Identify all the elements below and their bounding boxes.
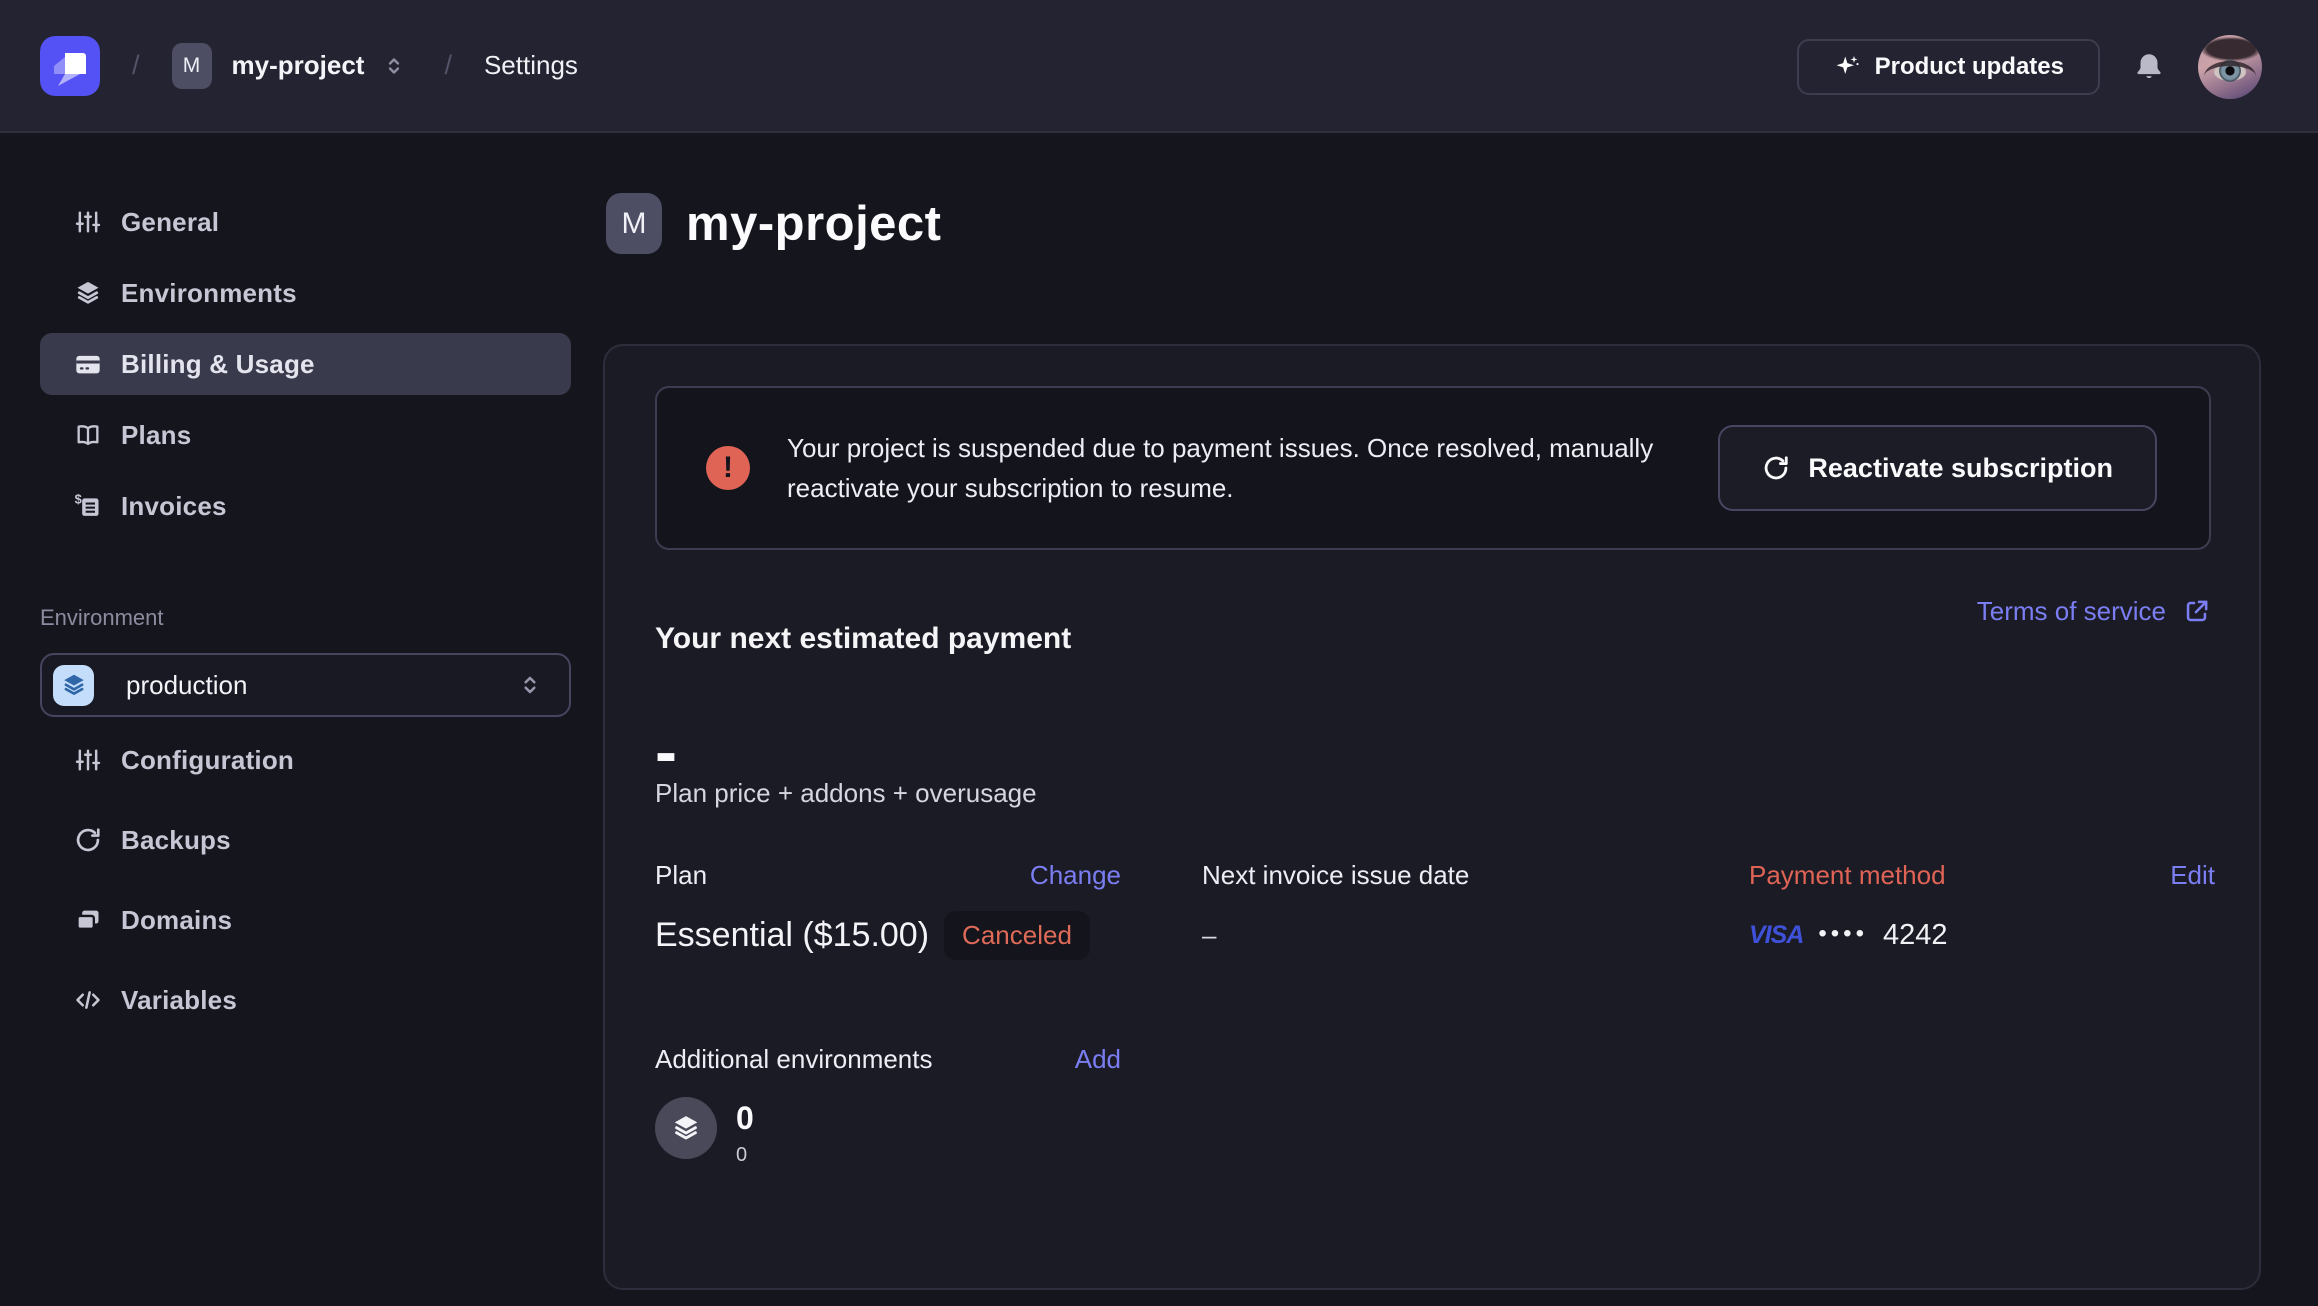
sidebar-item-backups[interactable]: Backups [40, 809, 571, 871]
credit-card-icon [74, 350, 102, 378]
additional-environments-section: Additional environments Add 0 0 [655, 1044, 1121, 1167]
sidebar-item-label: Domains [121, 905, 232, 936]
plan-column: Plan Change Essential ($15.00) Canceled [655, 860, 1121, 960]
environment-icon [53, 665, 94, 706]
sidebar-item-label: Invoices [121, 491, 227, 522]
user-avatar[interactable] [2198, 35, 2262, 99]
environment-section-label: Environment [40, 605, 571, 631]
rotate-cw-icon [74, 826, 102, 854]
alert-icon: ! [706, 446, 750, 490]
page-title: my-project [686, 196, 942, 252]
sliders-icon [74, 746, 102, 774]
product-updates-label: Product updates [1875, 53, 2064, 81]
bell-icon[interactable] [2132, 50, 2166, 84]
environments-count-icon [655, 1097, 717, 1159]
project-avatar-badge: M [606, 193, 662, 254]
breadcrumb-separator: / [444, 50, 452, 81]
plan-label: Plan [655, 860, 707, 891]
sparkle-icon [1833, 53, 1861, 81]
add-environment-link[interactable]: Add [1075, 1044, 1121, 1075]
terms-of-service-label: Terms of service [1977, 596, 2166, 627]
card-last4: 4242 [1883, 919, 1948, 952]
layers-icon [671, 1113, 701, 1143]
reactivate-subscription-button[interactable]: Reactivate subscription [1718, 425, 2157, 511]
payment-method-column: Payment method Edit VISA •••• 4242 [1749, 860, 2215, 960]
sidebar-item-label: Billing & Usage [121, 349, 315, 380]
sidebar-item-label: Plans [121, 420, 191, 451]
next-payment-subtitle: Plan price + addons + overusage [655, 778, 2211, 808]
windows-stack-icon [74, 906, 102, 934]
next-invoice-column: Next invoice issue date – [1202, 860, 1668, 960]
sidebar-item-general[interactable]: General [40, 191, 571, 253]
environments-count: 0 [736, 1101, 754, 1135]
sidebar-item-domains[interactable]: Domains [40, 889, 571, 951]
environments-subcount: 0 [736, 1144, 754, 1167]
sidebar-item-variables[interactable]: Variables [40, 969, 571, 1031]
suspension-message: Your project is suspended due to payment… [787, 428, 1667, 508]
billing-card: ! Your project is suspended due to payme… [603, 344, 2261, 1290]
layers-icon [74, 279, 102, 307]
breadcrumb-separator: / [132, 50, 140, 81]
code-icon [74, 986, 102, 1014]
topbar-actions: Product updates [1797, 0, 2262, 133]
receipt-icon: $ [74, 492, 102, 520]
next-payment-amount: - [655, 727, 2211, 775]
product-updates-button[interactable]: Product updates [1797, 39, 2100, 95]
chevrons-up-down-icon [517, 672, 543, 698]
plan-value: Essential ($15.00) [655, 916, 929, 955]
additional-environments-label: Additional environments [655, 1044, 933, 1075]
svg-text:$: $ [75, 492, 82, 507]
terms-of-service-link[interactable]: Terms of service [1977, 596, 2211, 627]
environment-select-value: production [126, 670, 247, 701]
sidebar-item-configuration[interactable]: Configuration [40, 729, 571, 791]
sidebar-item-label: General [121, 207, 219, 238]
plan-status-badge: Canceled [944, 911, 1090, 960]
visa-logo: VISA [1749, 921, 1803, 950]
project-badge[interactable]: M [172, 43, 212, 89]
sidebar-item-invoices[interactable]: $ Invoices [40, 475, 571, 537]
chevrons-up-down-icon[interactable] [382, 54, 406, 78]
billing-columns: Plan Change Essential ($15.00) Canceled … [655, 860, 2211, 960]
sliders-icon [74, 208, 102, 236]
sidebar-item-billing-usage[interactable]: Billing & Usage [40, 333, 571, 395]
reactivate-button-label: Reactivate subscription [1808, 453, 2113, 484]
external-link-icon [2182, 597, 2211, 626]
breadcrumb-settings[interactable]: Settings [484, 50, 578, 81]
project-nav-list: General Environments Billing & Usage [40, 191, 571, 537]
environments-count-block: 0 0 [736, 1097, 754, 1167]
sidebar: General Environments Billing & Usage [40, 133, 571, 1031]
next-invoice-value: – [1202, 920, 1216, 951]
environment-select[interactable]: production [40, 653, 571, 717]
app-logo-icon[interactable] [40, 36, 100, 96]
sidebar-item-plans[interactable]: Plans [40, 404, 571, 466]
card-masked-dots: •••• [1818, 920, 1868, 948]
sidebar-item-label: Backups [121, 825, 231, 856]
sidebar-item-label: Environments [121, 278, 297, 309]
sidebar-item-label: Configuration [121, 745, 294, 776]
page-header: M my-project [606, 193, 942, 254]
payment-method-label: Payment method [1749, 860, 1946, 891]
topbar: / M my-project / Settings Product update… [0, 0, 2318, 133]
book-open-icon [74, 421, 102, 449]
refresh-icon [1762, 454, 1790, 482]
change-plan-link[interactable]: Change [1030, 860, 1121, 891]
layers-icon [61, 672, 87, 698]
next-invoice-label: Next invoice issue date [1202, 860, 1469, 891]
environment-nav-list: Configuration Backups Domains V [40, 729, 571, 1031]
breadcrumb: / M my-project / Settings [0, 36, 578, 96]
sidebar-item-environments[interactable]: Environments [40, 262, 571, 324]
sidebar-item-label: Variables [121, 985, 237, 1016]
edit-payment-link[interactable]: Edit [2170, 860, 2215, 891]
suspension-alert: ! Your project is suspended due to payme… [655, 386, 2211, 550]
breadcrumb-project-name[interactable]: my-project [232, 50, 365, 81]
